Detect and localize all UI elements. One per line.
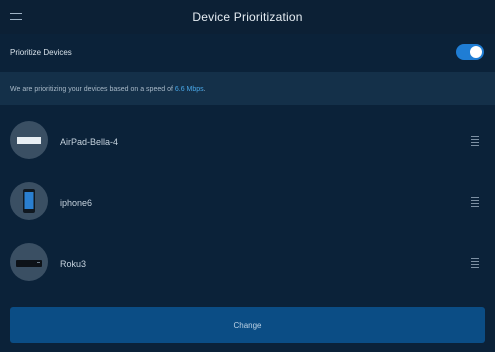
device-row[interactable]: Roku3 xyxy=(0,233,495,293)
device-name: Roku3 xyxy=(60,259,87,269)
toggle-knob xyxy=(470,46,482,58)
info-text-suffix: . xyxy=(203,86,206,93)
info-text-prefix: We are prioritizing your devices based o… xyxy=(10,86,175,93)
device-row[interactable]: iphone6 xyxy=(0,172,495,232)
device-avatar xyxy=(10,182,48,220)
device-name: iphone6 xyxy=(60,198,93,208)
drag-handle-icon[interactable] xyxy=(471,197,479,209)
page-title: Device Prioritization xyxy=(192,10,303,24)
device-name: AirPad-Bella-4 xyxy=(60,137,119,147)
tv-box-icon xyxy=(16,260,42,267)
info-text: We are prioritizing your devices based o… xyxy=(10,86,206,93)
prioritize-devices-label: Prioritize Devices xyxy=(10,48,72,57)
prioritize-toggle[interactable] xyxy=(456,44,484,60)
device-avatar xyxy=(10,243,48,281)
device-row[interactable]: AirPad-Bella-4 xyxy=(0,111,495,171)
top-header: Device Prioritization xyxy=(0,0,495,34)
drag-handle-icon[interactable] xyxy=(471,258,479,270)
speed-value: 6.6 Mbps xyxy=(174,86,204,93)
drag-handle-icon[interactable] xyxy=(471,136,479,148)
change-button-label: Change xyxy=(233,321,262,330)
info-banner: We are prioritizing your devices based o… xyxy=(0,72,495,105)
device-avatar xyxy=(10,121,48,159)
phone-icon xyxy=(23,189,35,213)
change-button[interactable]: Change xyxy=(10,307,485,343)
laptop-icon xyxy=(17,137,41,144)
prioritize-devices-row: Prioritize Devices xyxy=(0,34,495,72)
